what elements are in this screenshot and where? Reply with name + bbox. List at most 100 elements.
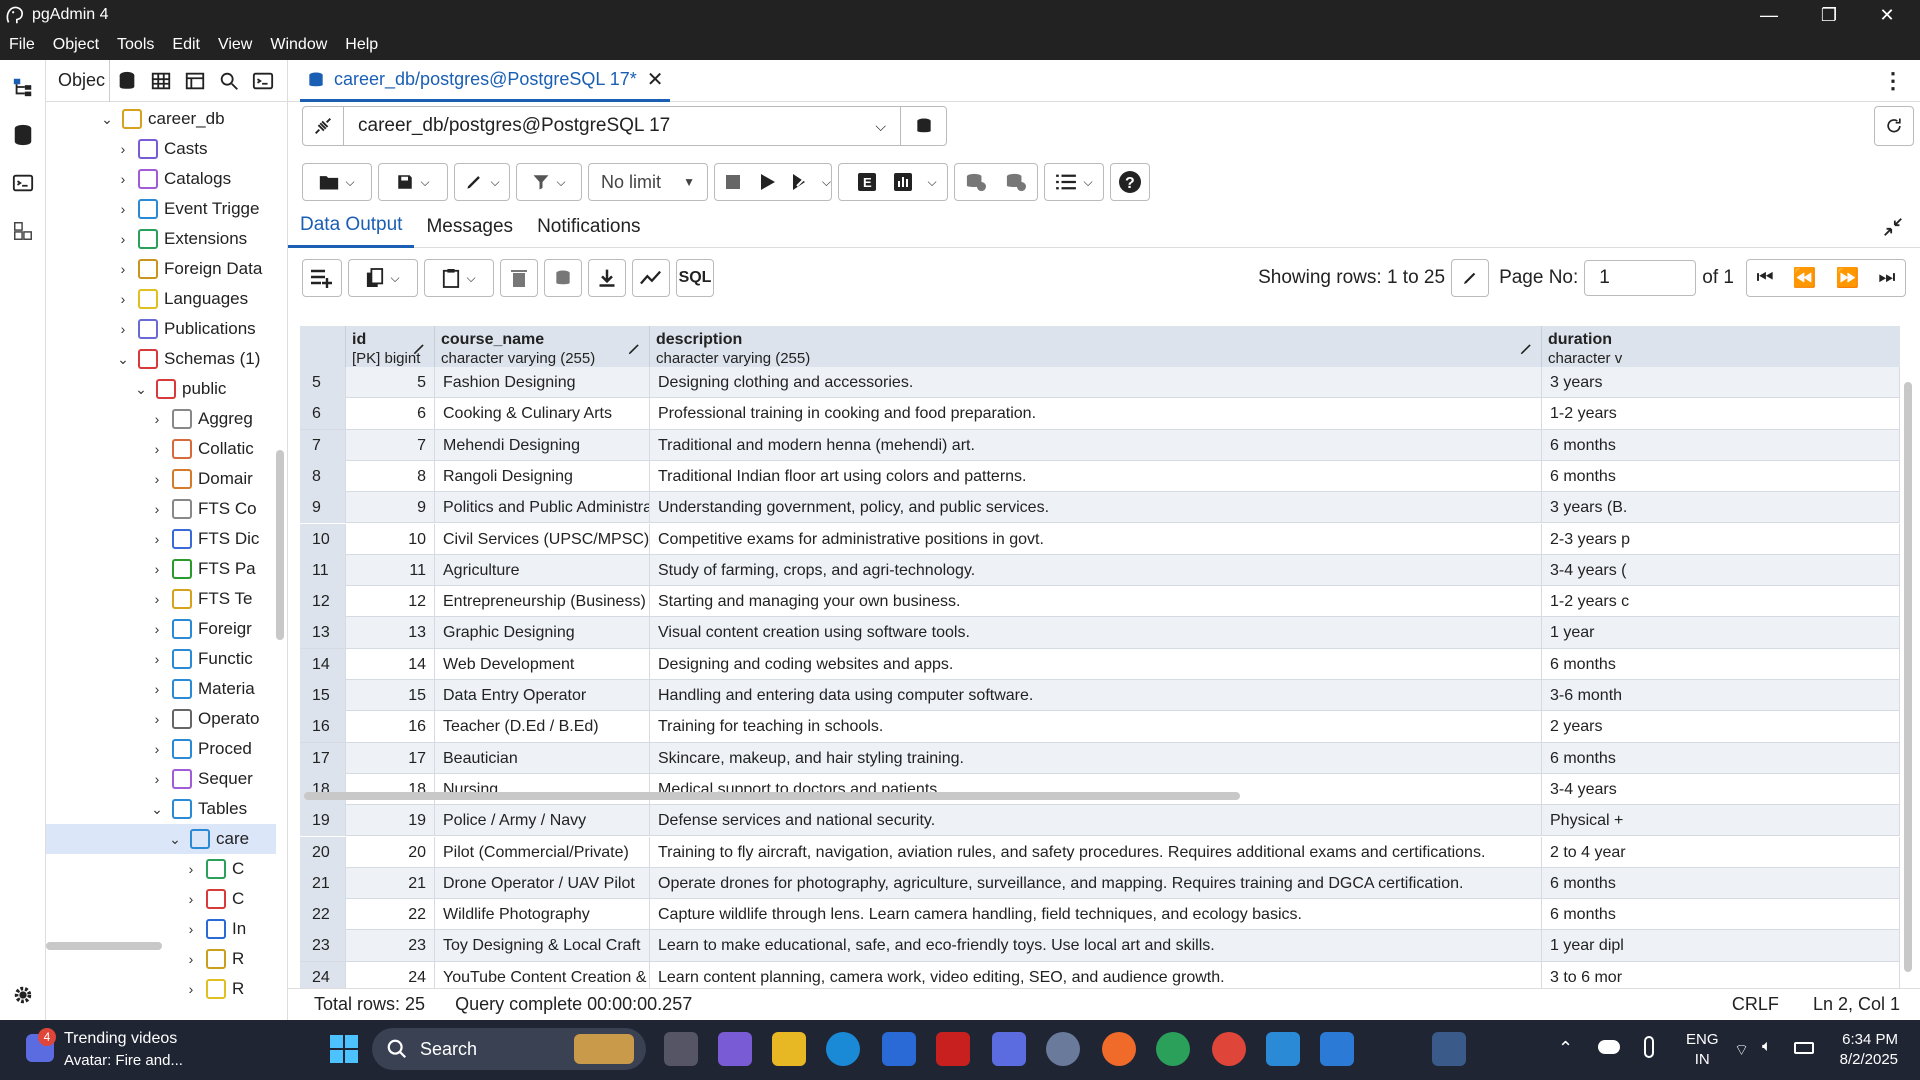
first-page-icon[interactable]: ⏮ xyxy=(1757,267,1774,289)
chevron-right-icon[interactable]: › xyxy=(146,741,168,757)
file-explorer-icon[interactable] xyxy=(772,1032,806,1066)
cell-course-name[interactable]: Fashion Designing xyxy=(435,367,650,398)
cell-description[interactable]: Medical support to doctors and patients. xyxy=(650,773,1542,805)
table-row[interactable]: 6 6 Cooking & Culinary Arts Professional tr… xyxy=(300,398,1900,430)
tree-node[interactable]: › FTS Te xyxy=(146,584,252,614)
edit-column-icon[interactable] xyxy=(627,342,641,356)
maximize-button[interactable]: ❐ xyxy=(1800,0,1858,30)
tree-node[interactable]: › Extensions xyxy=(112,224,247,254)
microsoft-store-icon[interactable] xyxy=(882,1032,916,1066)
cell-duration[interactable]: 3-4 years ( xyxy=(1542,554,1900,586)
language-indicator[interactable]: ENG IN xyxy=(1686,1030,1719,1070)
cell-course-name[interactable]: Teacher (D.Ed / B.Ed) xyxy=(435,711,650,743)
search-objects-icon[interactable] xyxy=(212,64,246,98)
tree-node[interactable]: › R xyxy=(180,974,244,1004)
edge-browser-icon[interactable] xyxy=(826,1032,860,1066)
chevron-down-icon[interactable]: ⌵ xyxy=(822,175,831,190)
table-row[interactable]: 99Politics and Public AdministrationUnde… xyxy=(300,492,1900,524)
tree-node[interactable]: › C xyxy=(180,884,244,914)
cell-course-name[interactable]: Drone Operator / UAV Pilot xyxy=(435,867,650,899)
grid-horizontal-scrollbar[interactable] xyxy=(304,792,1240,800)
chevron-down-icon[interactable]: ⌄ xyxy=(130,381,152,398)
cell-duration[interactable]: Physical + xyxy=(1542,805,1900,837)
table-row[interactable]: 22 22 Wildlife Photography Capture wildlife… xyxy=(300,899,1900,931)
object-explorer-tab[interactable]: Objec xyxy=(46,60,111,102)
previous-page-icon[interactable]: ⏪ xyxy=(1793,266,1817,290)
cell-id[interactable]: 20 xyxy=(346,836,435,868)
table-row[interactable]: 12 12 Entrepreneurship (Business) Starting … xyxy=(300,586,1900,618)
cell-description[interactable]: Capture wildlife through lens. Learn cam… xyxy=(650,899,1542,931)
tree-node[interactable]: › Sequer xyxy=(146,764,253,794)
cell-description[interactable]: Understanding government, policy, and pu… xyxy=(650,492,1542,524)
explain-analyze-icon[interactable] xyxy=(885,173,921,191)
more-options-icon[interactable]: ⋮ xyxy=(1882,68,1904,94)
cell-id[interactable]: 22 xyxy=(346,899,435,931)
tree-vertical-scrollbar[interactable] xyxy=(276,450,284,640)
edit-column-icon[interactable] xyxy=(1519,342,1533,356)
cell-id[interactable]: 19 xyxy=(346,805,435,837)
tree-node[interactable]: › FTS Co xyxy=(146,494,257,524)
cell-course-name[interactable]: Nursing xyxy=(435,773,650,805)
cell-duration[interactable]: 1-2 years xyxy=(1542,398,1900,430)
mongodb-compass-icon[interactable] xyxy=(1156,1032,1190,1066)
commit-icon[interactable] xyxy=(956,172,996,192)
volume-icon[interactable]: 🔈︎ xyxy=(1762,1038,1772,1056)
tree-node[interactable]: › Materia xyxy=(146,674,255,704)
table-row[interactable]: 20 20 Pilot (Commercial/Private) Training t… xyxy=(300,836,1900,868)
table-row[interactable]: 8 8 Rangoli Designing Traditional Indian fl… xyxy=(300,460,1900,493)
open-file-button[interactable]: ⌵ xyxy=(302,163,372,201)
table-row[interactable]: 18 18 Nursing Medical support to doctors an… xyxy=(300,773,1900,806)
chevron-right-icon[interactable]: › xyxy=(146,531,168,547)
clock[interactable]: 6:34 PM 8/2/2025 xyxy=(1826,1030,1898,1070)
view-data-icon[interactable] xyxy=(144,64,178,98)
windows-start-icon[interactable] xyxy=(327,1032,361,1066)
tab-messages[interactable]: Messages xyxy=(414,206,525,248)
cell-duration[interactable]: 6 months xyxy=(1542,867,1900,899)
cell-course-name[interactable]: Agriculture xyxy=(435,554,650,586)
microphone-icon[interactable] xyxy=(1644,1036,1654,1058)
chevron-right-icon[interactable]: › xyxy=(180,921,202,937)
cell-course-name[interactable]: Data Entry Operator xyxy=(435,680,650,711)
tab-notifications[interactable]: Notifications xyxy=(525,206,653,248)
rollback-icon[interactable] xyxy=(996,172,1036,192)
chevron-right-icon[interactable]: › xyxy=(112,231,134,247)
chevron-right-icon[interactable]: › xyxy=(146,501,168,517)
query-tool-icon[interactable] xyxy=(110,64,144,98)
collapse-icon[interactable] xyxy=(1870,206,1916,248)
new-connection-icon[interactable] xyxy=(900,107,946,145)
cell-duration[interactable]: 6 months xyxy=(1542,648,1900,680)
table-row[interactable]: 7 7 Mehendi Designing Traditional and moder… xyxy=(300,429,1900,461)
chevron-down-icon[interactable]: ⌄ xyxy=(146,801,168,818)
cell-description[interactable]: Visual content creation using software t… xyxy=(650,617,1542,649)
table-row[interactable]: 14 14 Web Development Designing and coding … xyxy=(300,648,1900,680)
cell-id[interactable]: 13 xyxy=(346,617,435,649)
cell-id[interactable]: 10 xyxy=(346,523,435,555)
chevron-right-icon[interactable]: › xyxy=(112,321,134,337)
cell-duration[interactable]: 2-3 years p xyxy=(1542,523,1900,555)
tree-node[interactable]: › R xyxy=(180,944,244,974)
sql-button[interactable]: SQL xyxy=(676,259,714,297)
table-row[interactable]: 17 17 Beautician Skincare, makeup, and hair… xyxy=(300,742,1900,774)
chevron-right-icon[interactable]: › xyxy=(146,711,168,727)
tab-data-output[interactable]: Data Output xyxy=(288,206,415,248)
cell-course-name[interactable]: Mehendi Designing xyxy=(435,429,650,461)
cell-duration[interactable]: 3 years (B. xyxy=(1542,492,1900,524)
chevron-right-icon[interactable]: › xyxy=(112,291,134,307)
postman-icon[interactable] xyxy=(1102,1032,1136,1066)
cell-id[interactable]: 7 xyxy=(346,429,435,461)
battery-icon[interactable] xyxy=(1794,1042,1814,1054)
paste-button[interactable]: ⌵ xyxy=(424,259,494,297)
cell-id[interactable]: 12 xyxy=(346,586,435,618)
cell-description[interactable]: Traditional Indian floor art using color… xyxy=(650,460,1542,492)
news-widget-subtitle[interactable]: Avatar: Fire and... xyxy=(64,1052,183,1069)
wifi-icon[interactable]: ⌔ xyxy=(1734,1040,1749,1060)
query-tab[interactable]: career_db/postgres@PostgreSQL 17* ✕ xyxy=(300,60,670,102)
cell-duration[interactable]: 1 year xyxy=(1542,617,1900,649)
cell-description[interactable]: Handling and entering data using compute… xyxy=(650,680,1542,711)
chevron-down-icon[interactable]: ⌄ xyxy=(164,831,186,848)
database-icon[interactable] xyxy=(10,122,36,148)
vscode-icon[interactable] xyxy=(1320,1032,1354,1066)
explain-icon[interactable]: E xyxy=(849,173,885,191)
chevron-right-icon[interactable]: › xyxy=(112,171,134,187)
execute-icon[interactable] xyxy=(751,174,787,190)
